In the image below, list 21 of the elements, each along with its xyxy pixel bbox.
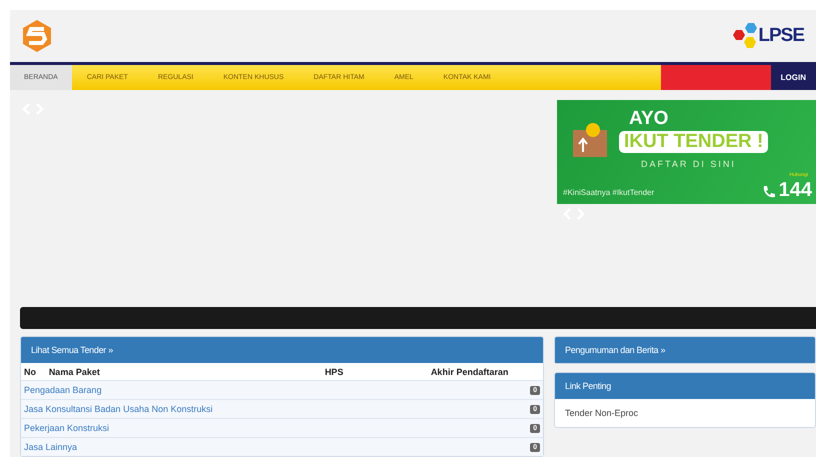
link-item[interactable]: Tender Non-Eproc bbox=[555, 399, 815, 427]
category-link[interactable]: Jasa Lainnya bbox=[24, 442, 78, 452]
hotline-number: 144 bbox=[778, 180, 812, 200]
category-link[interactable]: Jasa Konsultansi Badan Usaha Non Konstruksi bbox=[24, 404, 213, 414]
category-link[interactable]: Pengadaan Barang bbox=[24, 385, 102, 395]
column-header: Akhir Pendaftaran bbox=[428, 363, 543, 380]
column-header: HPS bbox=[322, 363, 428, 380]
lpse-logo-text: LPSE bbox=[758, 24, 804, 47]
panel-header-link[interactable]: Pengumuman dan Berita » bbox=[555, 337, 815, 363]
login-button[interactable]: LOGIN bbox=[770, 64, 816, 90]
nav-highlight-item[interactable] bbox=[660, 64, 771, 90]
panel-header-link[interactable]: Lihat Semua Tender » bbox=[21, 337, 543, 363]
column-header: No bbox=[21, 363, 46, 380]
banner-hashtags: #KiniSaatnya #IkutTender bbox=[563, 188, 654, 198]
hexagon-s-logo-icon[interactable] bbox=[20, 18, 54, 53]
banner-subtitle: DAFTAR DI SINI bbox=[641, 159, 737, 170]
column-header: Nama Paket bbox=[46, 363, 322, 380]
banner-headline: AYO bbox=[629, 108, 670, 130]
banner-headline: IKUT TENDER ! bbox=[619, 131, 768, 154]
panel-header: Link Penting bbox=[555, 373, 815, 399]
category-link[interactable]: Pekerjaan Konstruksi bbox=[24, 423, 110, 433]
